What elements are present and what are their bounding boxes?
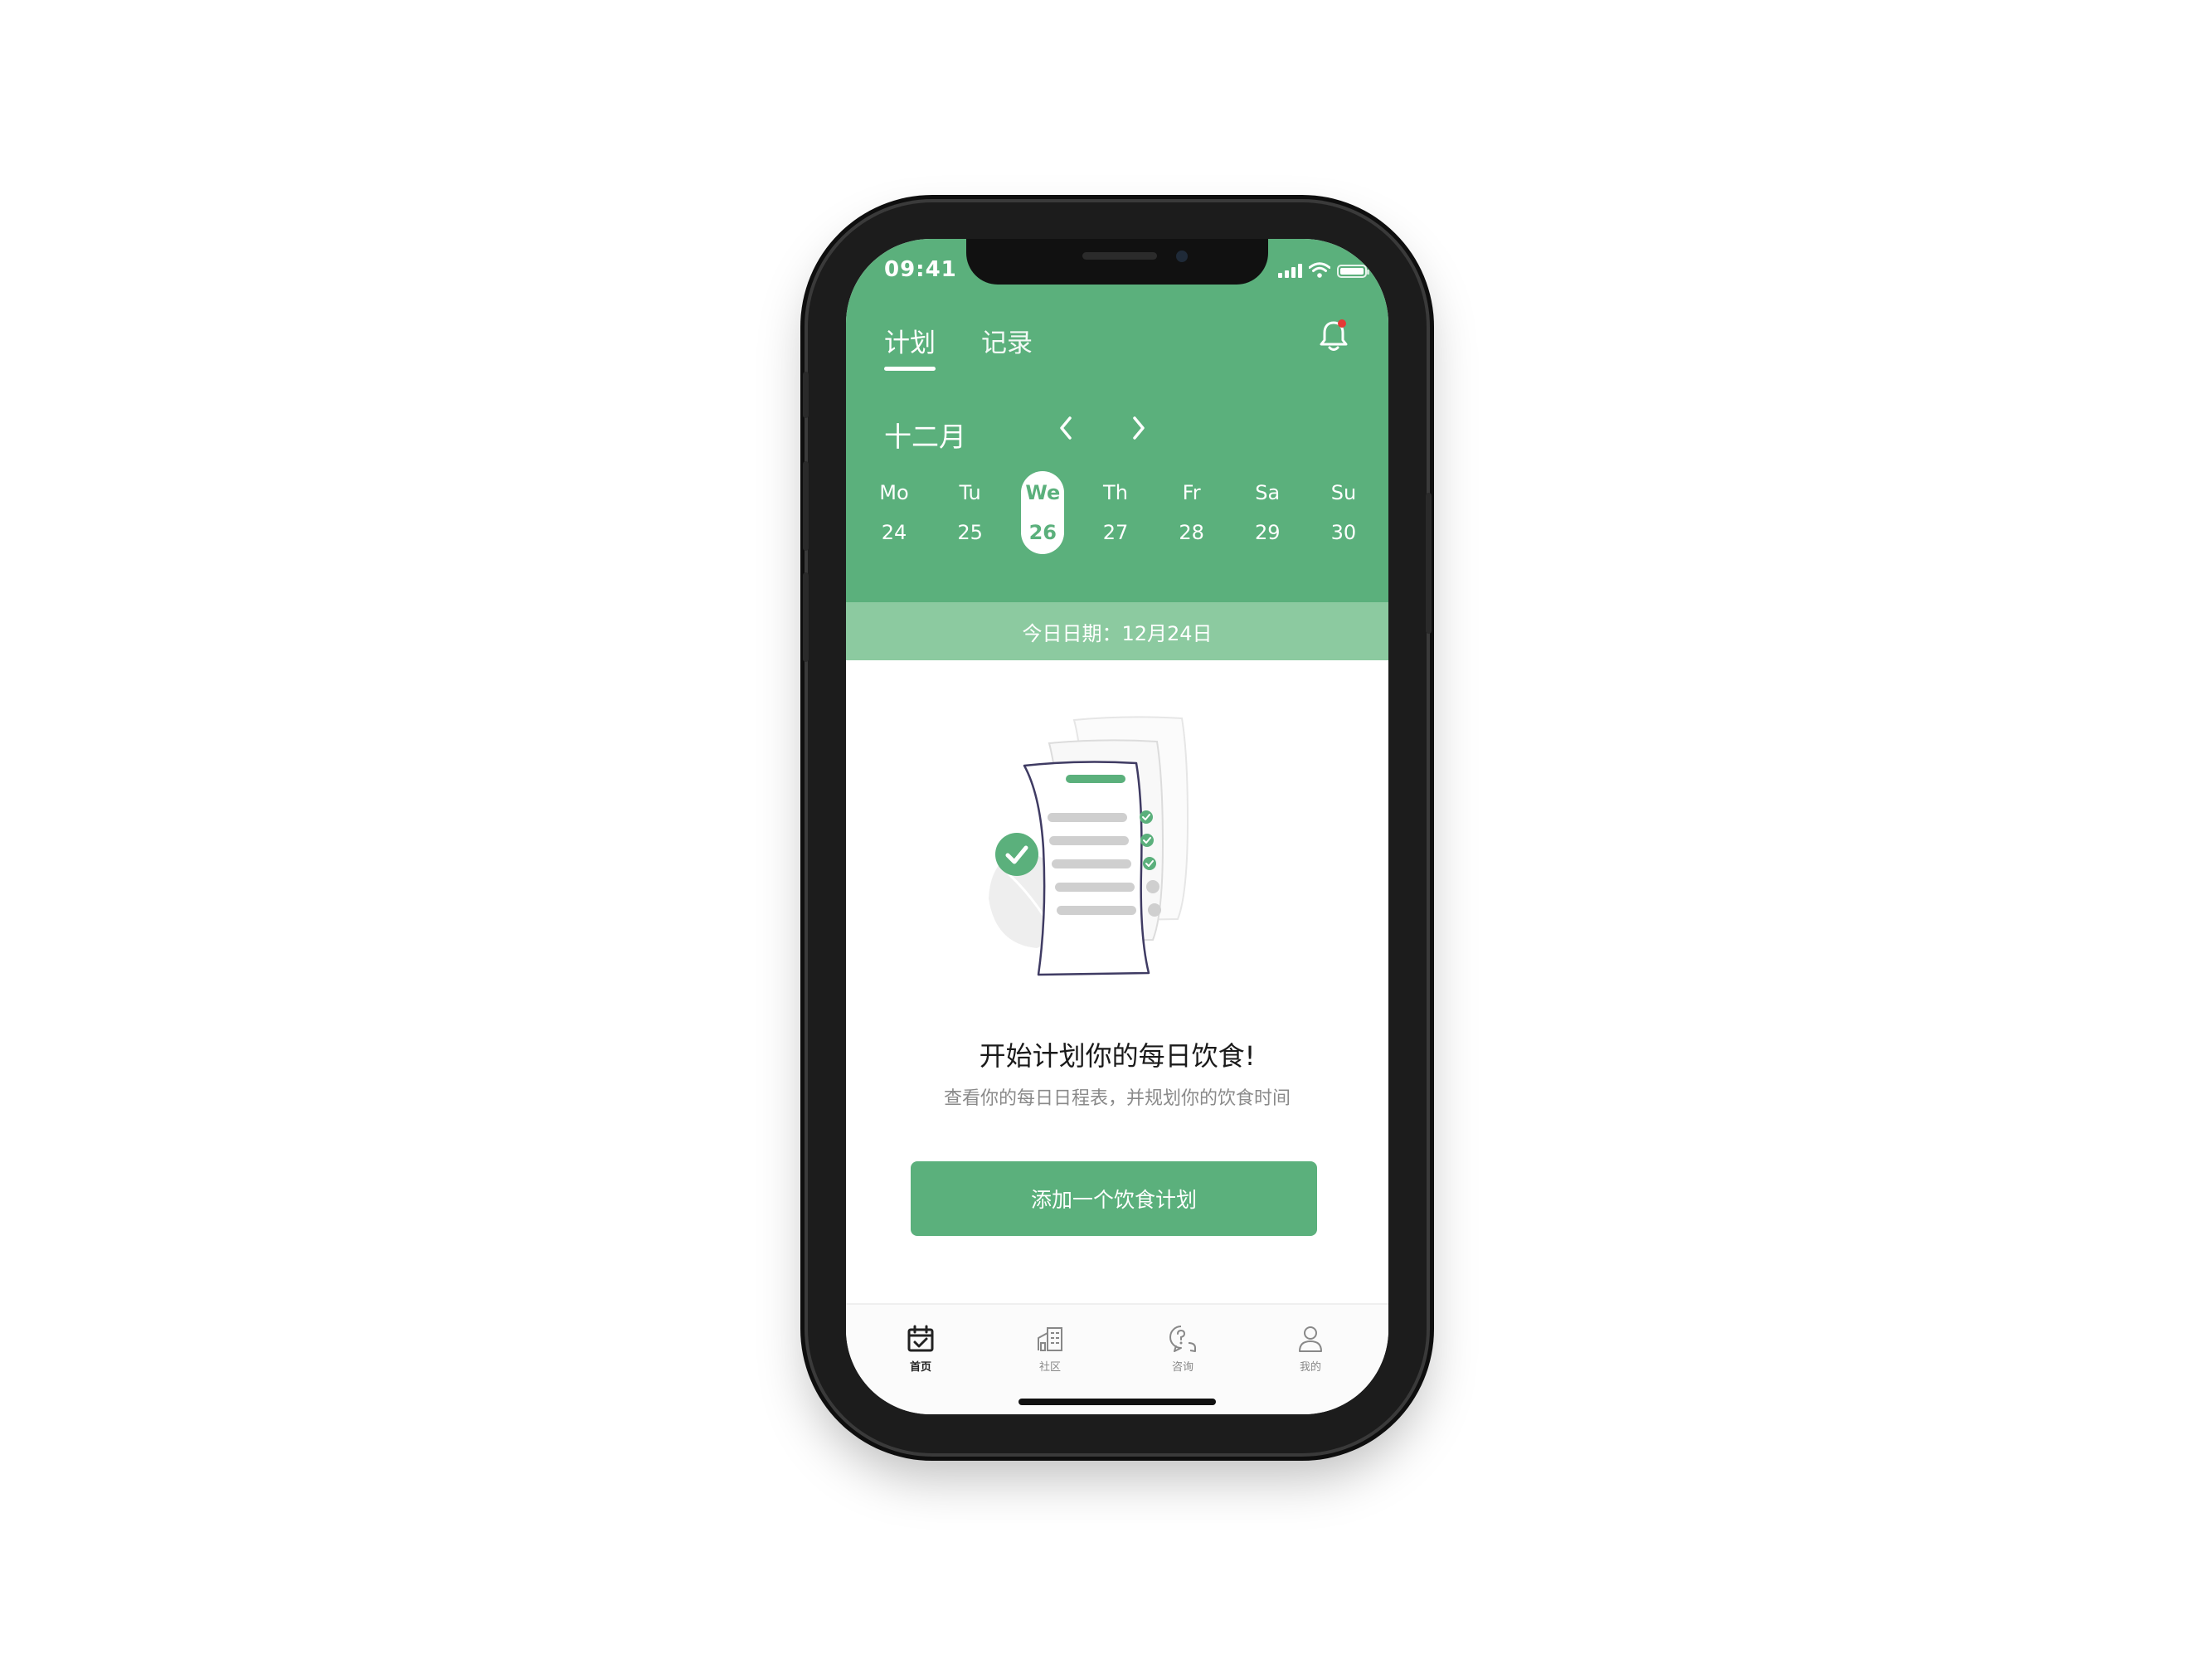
tabbar-item-consult[interactable]: 咨询 [1150, 1323, 1216, 1374]
month-label: 十二月 [884, 421, 966, 453]
chevron-right-icon[interactable] [1123, 411, 1153, 445]
day-name: We [1025, 481, 1061, 504]
bottom-tab-bar: 首页 社区 咨询 我的 [846, 1303, 1388, 1414]
tabbar-item-home[interactable]: 首页 [887, 1323, 954, 1374]
day-mon[interactable]: Mo 24 [869, 471, 919, 554]
checklist-document-illustration [989, 716, 1189, 976]
phone-silent-switch [803, 372, 809, 418]
day-number: 30 [1330, 521, 1357, 544]
user-icon [1299, 1326, 1322, 1352]
day-number: 28 [1179, 521, 1204, 544]
tabbar-item-profile[interactable]: 我的 [1277, 1323, 1344, 1374]
tabbar-item-community[interactable]: 社区 [1017, 1323, 1083, 1374]
notification-dot [1338, 319, 1346, 328]
day-sun[interactable]: Su 30 [1319, 471, 1369, 554]
battery-icon [1337, 265, 1369, 278]
tab-plan[interactable]: 计划 [884, 322, 936, 371]
calendar-check-icon [907, 1325, 934, 1352]
day-name: Su [1330, 481, 1357, 504]
empty-state-subtitle: 查看你的每日日程表，并规划你的饮食时间 [943, 1088, 1291, 1109]
bell-icon[interactable] [1317, 318, 1350, 354]
day-name: Th [1103, 481, 1128, 504]
day-fri[interactable]: Fr 28 [1167, 471, 1217, 554]
phone-power-button [1426, 493, 1432, 634]
tabbar-label: 我的 [1299, 1361, 1321, 1374]
building-icon [1038, 1327, 1062, 1351]
chevron-left-icon[interactable] [1052, 411, 1082, 445]
tab-record[interactable]: 记录 [981, 322, 1033, 371]
status-time: 09:41 [884, 257, 957, 282]
tabbar-label: 咨询 [1171, 1361, 1194, 1374]
tabbar-label: 社区 [1038, 1361, 1061, 1374]
day-number: 24 [881, 521, 907, 544]
day-name: Sa [1255, 481, 1281, 504]
app-screen: 09:41 计划 记录 十二月 Mo 24 Tu 25 We 26 Th 27 … [846, 239, 1388, 1414]
home-indicator[interactable] [1018, 1399, 1216, 1405]
day-sat[interactable]: Sa 29 [1242, 471, 1292, 554]
day-number: 29 [1255, 521, 1281, 544]
wifi-icon [1309, 262, 1330, 278]
speaker [1082, 252, 1157, 260]
add-diet-plan-button[interactable]: 添加一个饮食计划 [911, 1161, 1317, 1236]
status-icons [1278, 262, 1369, 278]
green-header: 09:41 计划 记录 十二月 Mo 24 Tu 25 We 26 Th 27 … [846, 239, 1388, 602]
day-name: Fr [1182, 481, 1201, 504]
question-chat-icon [1169, 1326, 1196, 1352]
phone-volume-up [803, 461, 809, 551]
day-name: Tu [959, 481, 981, 504]
week-strip: Mo 24 Tu 25 We 26 Th 27 Fr 28 Sa 29 Su 3… [869, 471, 1369, 554]
day-wed-selected[interactable]: We 26 [1021, 471, 1065, 554]
empty-state-title: 开始计划你的每日饮食! [979, 1040, 1256, 1072]
day-number: 27 [1102, 521, 1129, 544]
day-number: 25 [957, 521, 983, 544]
day-name: Mo [879, 481, 909, 504]
day-number: 26 [1028, 521, 1057, 544]
front-camera [1176, 251, 1188, 262]
notch [966, 239, 1268, 285]
day-thu[interactable]: Th 27 [1091, 471, 1140, 554]
today-date-bar: 今日日期：12月24日 [846, 602, 1388, 660]
phone-volume-down [803, 572, 809, 662]
signal-icon [1278, 263, 1302, 278]
tabbar-label: 首页 [909, 1361, 931, 1374]
top-tabs: 计划 记录 [884, 322, 1033, 371]
day-tue[interactable]: Tu 25 [946, 471, 995, 554]
